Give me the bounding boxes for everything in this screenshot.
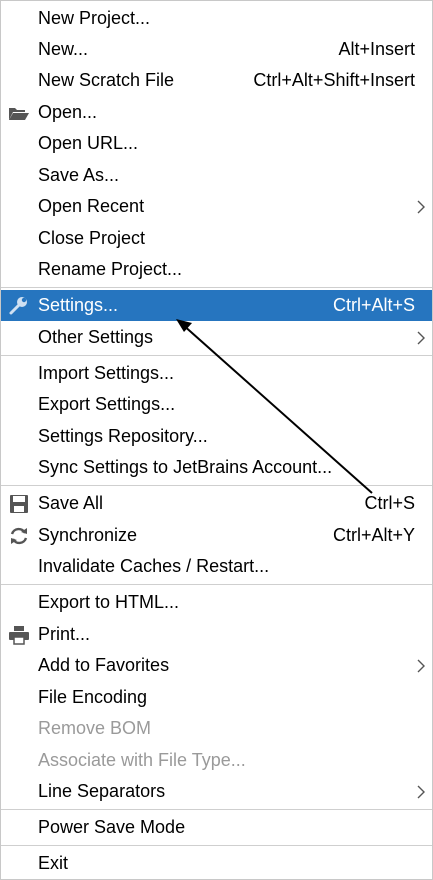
annotation-arrow: [176, 319, 373, 494]
